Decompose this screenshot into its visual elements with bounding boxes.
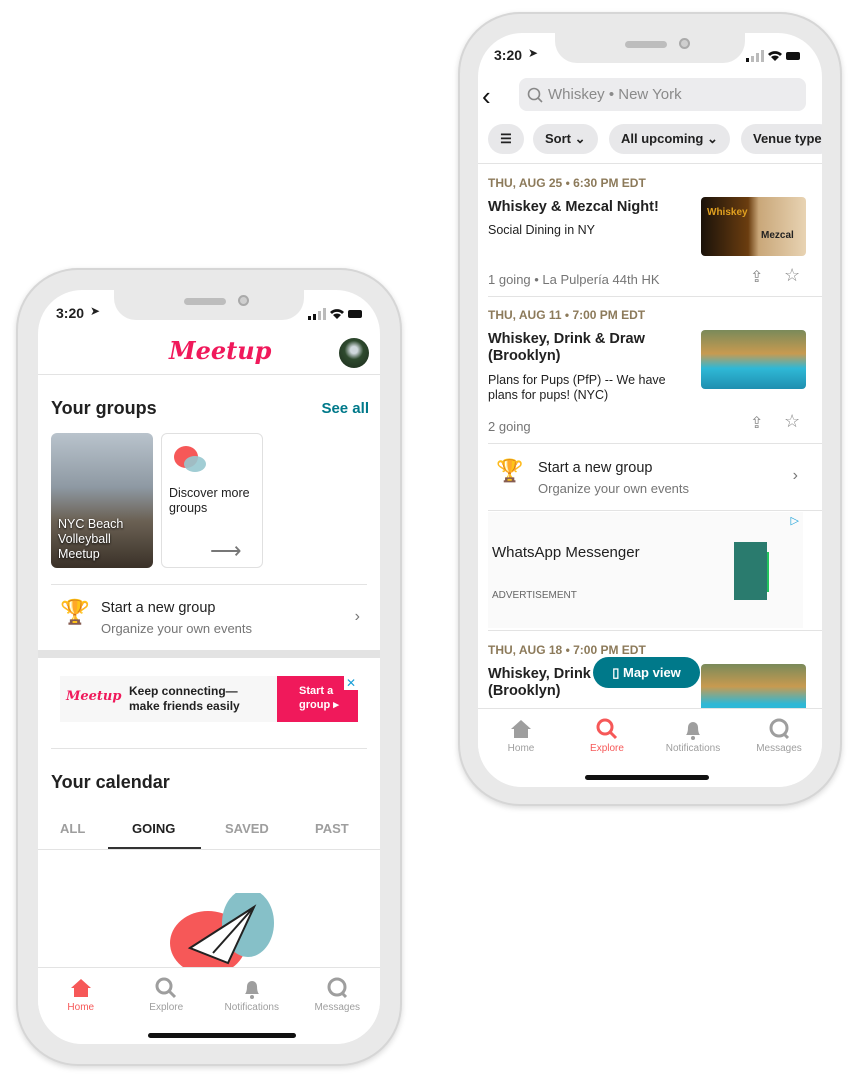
nav-explore[interactable]: Explore [124,968,210,1013]
nav-notifications[interactable]: Notifications [209,968,295,1013]
location-icon: ➤ [528,46,539,60]
nav-explore[interactable]: Explore [564,709,650,754]
home-icon [511,720,531,738]
search-icon [527,87,543,103]
ad-label: ADVERTISEMENT [492,590,577,601]
event-date: THU, AUG 11 • 7:00 PM EDT [488,308,646,322]
meetup-logo: Meetup [169,336,272,365]
map-view-button[interactable]: ▯ Map view [593,657,700,688]
search-input[interactable]: Whiskey • New York [519,78,806,111]
star-icon[interactable]: ☆ [784,411,800,432]
notch [555,33,745,63]
avatar[interactable] [339,338,369,368]
bell-icon [244,981,259,999]
venue-type-chip[interactable]: Venue type [741,124,822,154]
chat-icon [769,718,790,740]
bell-icon [686,722,700,740]
event-meta: 2 going [488,419,531,434]
event-group: Plans for Pups (PfP) -- We have plans fo… [488,373,666,402]
event-meta: 1 going • La Pulpería 44th HK [488,272,660,287]
chevron-right-icon[interactable]: › [793,467,798,485]
discover-groups-card[interactable]: Discover more groups ⟶ [161,433,263,568]
right-phone-frame: 3:20 ➤ ‹ Whiskey • New York ☰ Sort ⌄ All… [458,12,842,806]
start-group-title[interactable]: Start a new group [538,460,652,476]
start-group-title[interactable]: Start a new group [101,600,215,616]
status-icons [746,49,802,67]
event-image[interactable] [701,664,806,714]
explore-screen: 3:20 ➤ ‹ Whiskey • New York ☰ Sort ⌄ All… [478,33,822,787]
event-date: THU, AUG 25 • 6:30 PM EDT [488,176,646,190]
all-upcoming-chip[interactable]: All upcoming ⌄ [609,124,730,154]
share-icon[interactable]: ⇪ [750,267,763,287]
back-icon[interactable]: ‹ [482,81,491,112]
tab-past[interactable]: PAST [315,821,349,836]
sliders-icon: ☰ [500,131,512,146]
start-group-subtitle: Organize your own events [101,621,253,636]
ad-title: WhatsApp Messenger [492,544,640,561]
tab-going[interactable]: GOING [132,821,175,836]
event-title[interactable]: Whiskey, Drink & Draw (Brooklyn) [488,331,678,365]
calendar-tabs: ALL GOING SAVED PAST [38,821,380,851]
event-title[interactable]: Whiskey & Mezcal Night! [488,199,659,215]
nav-home[interactable]: Home [38,968,124,1013]
event-group: Social Dining in NY [488,223,595,237]
star-icon[interactable]: ☆ [784,265,800,286]
search-icon [596,718,618,740]
close-icon[interactable]: ✕ [344,676,358,690]
arrow-right-icon: ⟶ [210,538,242,563]
filter-button[interactable]: ☰ [488,124,524,154]
home-screen: 3:20 ➤ Meetup Your groups See all NYC Be… [38,290,380,1044]
ad-banner[interactable]: Meetup Keep connecting—make friends easi… [60,676,358,722]
ad-image [734,542,767,600]
section-divider [38,650,380,658]
status-icons [308,307,364,325]
nav-notifications[interactable]: Notifications [650,709,736,754]
nav-home[interactable]: Home [478,709,564,754]
event-image[interactable] [701,330,806,389]
chat-icon [327,977,348,999]
ad-logo: Meetup [66,689,122,704]
home-indicator [148,1033,296,1038]
adchoices-icon[interactable]: ▷ [791,514,799,527]
sort-chip[interactable]: Sort ⌄ [533,124,598,154]
group-card-title: NYC Beach Volleyball Meetup [58,517,124,561]
map-icon: ▯ [612,665,623,680]
discover-card-title: Discover more groups [169,486,250,515]
nav-messages[interactable]: Messages [295,968,381,1013]
home-icon [70,979,91,997]
notch [114,290,304,320]
tab-saved[interactable]: SAVED [225,821,269,836]
status-time: 3:20 [56,305,85,321]
tab-all[interactable]: ALL [60,821,85,836]
status-time: 3:20 [494,47,523,63]
search-value: Whiskey • New York [548,86,682,103]
share-icon[interactable]: ⇪ [750,413,763,433]
left-phone-frame: 3:20 ➤ Meetup Your groups See all NYC Be… [16,268,402,1066]
ad-cta-label: Start a group ▸ [299,685,339,711]
nav-messages[interactable]: Messages [736,709,822,754]
event-image[interactable]: Whiskey Mezcal [701,197,806,256]
event-date: THU, AUG 18 • 7:00 PM EDT [488,643,646,657]
trophy-icon: 🏆 [60,599,90,626]
location-icon: ➤ [90,304,101,318]
calendar-title: Your calendar [51,772,170,792]
home-indicator [585,775,709,780]
chevron-right-icon[interactable]: › [355,608,360,626]
ad-whatsapp[interactable]: WhatsApp Messenger ADVERTISEMENT ▷ [488,512,803,628]
start-group-subtitle: Organize your own events [538,481,690,496]
search-icon [155,977,177,999]
map-view-label: Map view [622,665,681,680]
your-groups-title: Your groups [51,398,157,418]
see-all-link[interactable]: See all [321,400,369,417]
ad-text: Keep connecting—make friends easily [129,684,240,713]
group-card-nyc-beach-volleyball[interactable]: NYC Beach Volleyball Meetup [51,433,153,568]
trophy-icon: 🏆 [496,458,524,483]
paper-plane-illustration [168,889,278,975]
